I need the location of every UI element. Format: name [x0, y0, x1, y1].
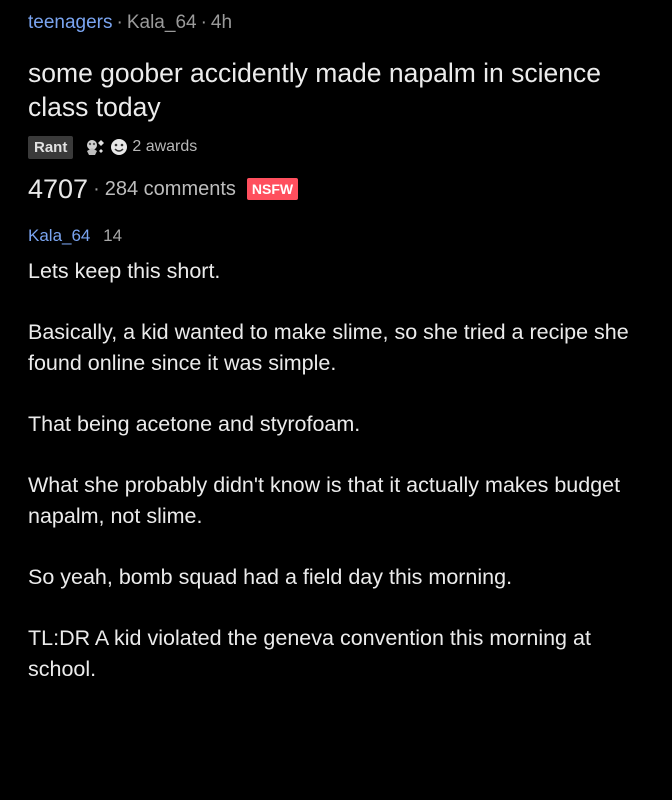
post-age: 4h — [210, 12, 233, 33]
post-title[interactable]: some goober accidently made napalm in sc… — [28, 56, 628, 124]
comment-paragraph: What she probably didn't know is that it… — [28, 473, 621, 528]
comment-paragraph: Basically, a kid wanted to make slime, s… — [28, 320, 629, 375]
awards-count[interactable]: 2 awards — [132, 138, 197, 156]
award-icon — [111, 139, 128, 155]
comment-author[interactable]: Kala_64 — [28, 226, 90, 245]
comment-paragraph: TL:DR A kid violated the geneva conventi… — [28, 626, 591, 681]
comment-header: Kala_64 14 — [28, 224, 658, 248]
comments-count[interactable]: 284 comments — [105, 178, 236, 201]
subreddit-link[interactable]: teenagers — [28, 12, 113, 33]
post-meta: teenagers · Kala_64 · 4h — [28, 10, 658, 36]
comment-paragraph: Lets keep this short. — [28, 259, 221, 283]
nsfw-badge: NSFW — [246, 178, 299, 200]
meta-separator: · — [200, 12, 207, 33]
post: teenagers · Kala_64 · 4h some goober acciden… — [28, 10, 658, 715]
meta-separator: · — [116, 12, 123, 33]
post-author[interactable]: Kala_64 — [127, 12, 197, 33]
comment-body: Lets keep this short. Basically, a kid w… — [28, 256, 648, 685]
post-score: 4707 — [28, 173, 89, 204]
comment-paragraph: So yeah, bomb squad had a field day this… — [28, 565, 513, 589]
post-flair[interactable]: Rant — [28, 135, 74, 159]
comment-paragraph: That being acetone and styrofoam. — [28, 412, 361, 436]
awards[interactable] — [83, 137, 129, 157]
flair-row: Rant 2 awards — [28, 134, 658, 160]
comment-points: 14 — [103, 226, 123, 245]
stats-separator: · — [93, 177, 100, 200]
award-icon — [87, 140, 105, 155]
comment: Kala_64 14 Lets keep this short. Basical… — [28, 224, 658, 685]
post-stats: 4707 · 284 comments NSFW — [28, 172, 658, 206]
